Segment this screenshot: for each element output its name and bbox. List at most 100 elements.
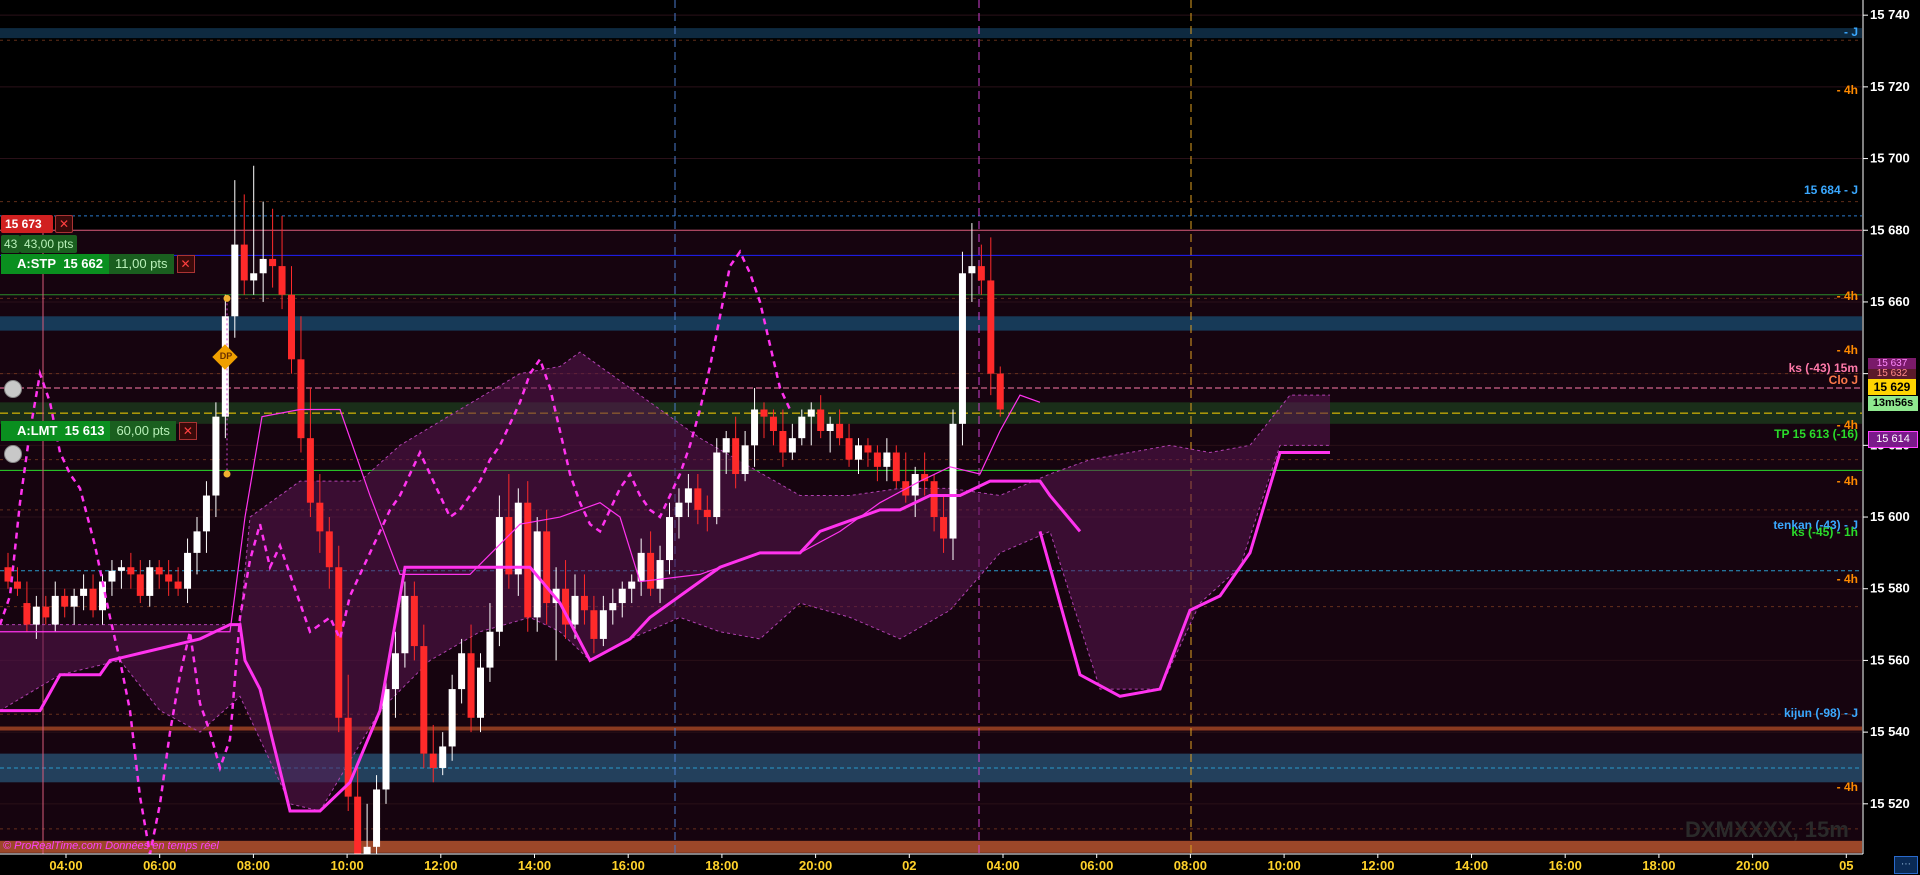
clo-label: Clo J	[1829, 373, 1858, 387]
candle-body	[23, 603, 31, 625]
limit-order-label[interactable]: A:LMT 15 613	[1, 421, 111, 441]
clock-icon[interactable]	[4, 380, 22, 398]
candle-body	[495, 517, 503, 632]
time-tick-label: 05	[1839, 858, 1853, 873]
candle-body	[174, 581, 182, 589]
candle-body	[373, 789, 381, 847]
candle-body	[429, 753, 437, 768]
stop-order-label[interactable]: A:STP 15 662	[1, 254, 109, 274]
limit-order-pts: 60,00 pts	[110, 421, 176, 441]
candle-body	[13, 581, 21, 589]
time-tick-label: 04:00	[986, 858, 1019, 873]
candle-body	[788, 438, 796, 453]
limit-order[interactable]: ↕ A:LMT 15 613 60,00 pts ✕	[1, 421, 197, 441]
stop-order[interactable]: ↕ A:STP 15 662 11,00 pts ✕	[1, 254, 195, 274]
candle-body	[760, 409, 768, 417]
price-tick-label: 15 700	[1870, 151, 1910, 166]
candle-body	[883, 452, 891, 467]
candle-body	[703, 509, 711, 518]
kijun-label: kijun (-98) - J	[1784, 706, 1858, 720]
position-pts: 43,00 pts	[20, 235, 78, 253]
candle-body	[996, 373, 1004, 410]
instrument-watermark: DXMXXXX, 15m	[1685, 817, 1849, 842]
candle-body	[401, 595, 409, 654]
time-tick-label: 04:00	[49, 858, 82, 873]
candle-body	[288, 294, 295, 360]
candle-body	[930, 481, 938, 518]
ks-1h-label: ks (-45) - 1h	[1791, 525, 1858, 539]
orange-level-bottom	[0, 840, 1862, 853]
time-tick-label: 12:00	[424, 858, 457, 873]
candle-body	[165, 574, 173, 582]
h4-label: - 4h	[1837, 289, 1858, 303]
h4-label: - 4h	[1837, 572, 1858, 586]
candle-body	[448, 689, 456, 747]
time-tick-label: 08:00	[237, 858, 270, 873]
candle-body	[741, 445, 749, 475]
candle-body	[278, 266, 286, 295]
candle-body	[108, 570, 116, 582]
candle-body	[297, 359, 305, 439]
candle-body	[666, 517, 673, 561]
price-tick-label: 15 520	[1870, 796, 1910, 811]
candle-body	[580, 595, 588, 611]
menu-icon[interactable]: ⋯	[1894, 856, 1918, 874]
candle-body	[940, 517, 948, 539]
time-tick-label: 20:00	[1736, 858, 1769, 873]
h4-label: - 4h	[1837, 83, 1858, 97]
ks-value-badge-2: 15 632	[1868, 369, 1916, 379]
time-tick-label: 16:00	[1549, 858, 1582, 873]
candle-body	[892, 452, 900, 482]
candle-body	[155, 567, 163, 575]
candle-body	[316, 502, 324, 532]
time-tick-label: 08:00	[1174, 858, 1207, 873]
clock-icon[interactable]	[4, 445, 22, 463]
candle-body	[524, 502, 532, 618]
candle-body	[136, 574, 144, 596]
candle-body	[958, 273, 966, 424]
candle-body	[751, 409, 759, 446]
price-tick-label: 15 560	[1870, 652, 1910, 667]
day-zone	[0, 316, 1862, 331]
candle-body	[420, 646, 428, 754]
time-tick-label: 02	[902, 858, 916, 873]
candle-body	[335, 567, 343, 718]
candle-body	[968, 266, 976, 274]
stop-order-close-button[interactable]: ✕	[176, 255, 195, 273]
candle-body	[855, 445, 862, 460]
candle-body	[458, 653, 466, 690]
candle-body	[70, 595, 78, 607]
candle-body	[656, 560, 664, 589]
candle-body	[354, 796, 362, 862]
candle-body	[977, 266, 985, 281]
candle-body	[873, 452, 881, 467]
candle-body	[382, 689, 390, 790]
candle-body	[89, 588, 97, 611]
time-tick-label: 14:00	[1455, 858, 1488, 873]
position-close-button[interactable]: ✕	[55, 215, 73, 233]
candle-body	[325, 531, 333, 568]
position-price-tag[interactable]: 15 673	[1, 215, 53, 233]
tp-label: TP 15 613 (-16)	[1774, 427, 1858, 441]
stop-anchor	[223, 294, 231, 302]
price-chart[interactable]: 15 74015 72015 70015 68015 66015 64015 6…	[0, 0, 1920, 875]
candle-body	[117, 567, 125, 571]
candle-body	[864, 445, 872, 453]
candle-body	[51, 595, 59, 625]
candle-body	[61, 595, 69, 607]
candle-body	[439, 746, 447, 768]
limit-order-close-button[interactable]: ✕	[178, 422, 197, 440]
time-tick-label: 16:00	[612, 858, 645, 873]
time-tick-label: 18:00	[705, 858, 738, 873]
candle-body	[618, 588, 626, 604]
price-tick-label: 15 680	[1870, 222, 1910, 237]
candle-body	[826, 423, 834, 431]
price-tick-label: 15 600	[1870, 509, 1910, 524]
candle-body	[269, 258, 277, 267]
source-note: © ProRealTime.com Données en temps réel	[3, 840, 219, 852]
candle-body	[240, 244, 248, 281]
price-tick-label: 15 740	[1870, 7, 1910, 22]
time-tick-label: 06:00	[143, 858, 176, 873]
price-tick-label: 15 660	[1870, 294, 1910, 309]
dp-badge-label: DP	[219, 351, 233, 361]
